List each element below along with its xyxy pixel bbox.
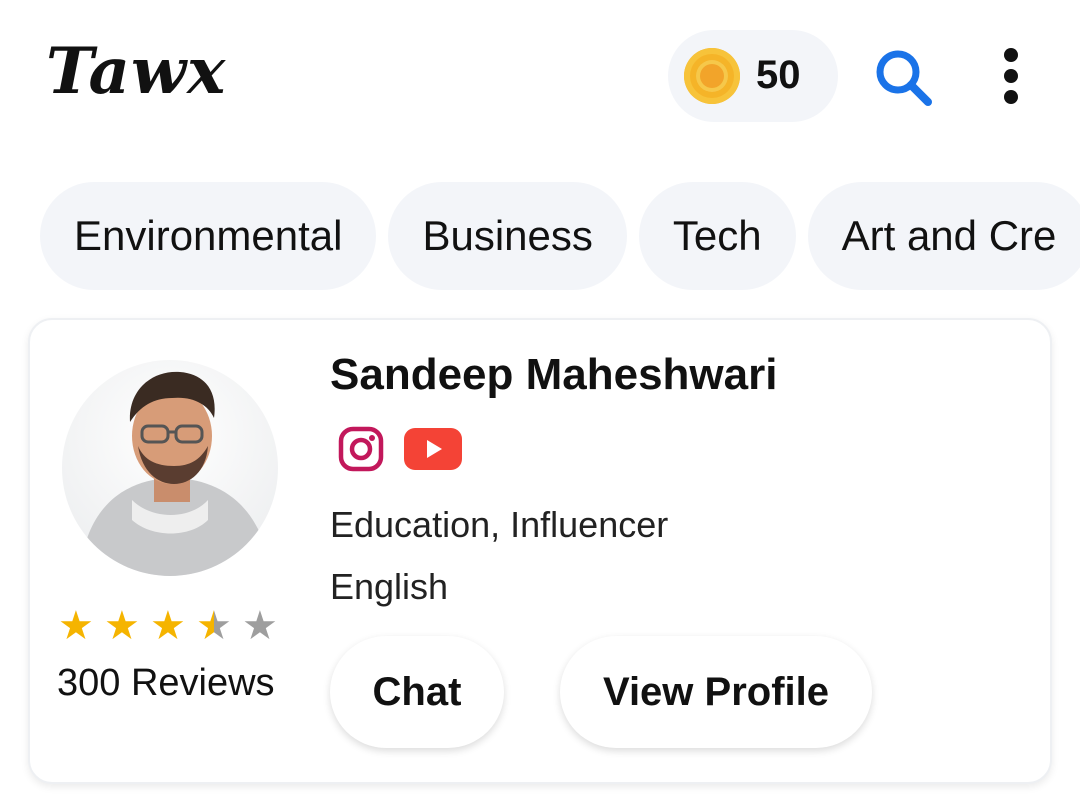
instagram-icon[interactable] (338, 426, 384, 472)
youtube-icon[interactable] (404, 428, 462, 470)
rating-star: ★ (104, 604, 140, 648)
chip-art-and-creativity[interactable]: Art and Cre (807, 182, 1080, 290)
profile-language: English (330, 566, 449, 607)
more-options-button[interactable] (996, 48, 1026, 108)
view-profile-button[interactable]: View Profile (560, 636, 872, 748)
chip-tech[interactable]: Tech (638, 182, 796, 290)
chip-environmental[interactable]: Environmental (40, 182, 377, 290)
category-chips: Environmental Business Tech Art and Cre (40, 182, 1080, 290)
avatar[interactable] (62, 360, 278, 576)
search-button[interactable] (872, 46, 934, 108)
app-logo: Tawx (46, 34, 227, 109)
more-vertical-icon (1004, 48, 1018, 62)
rating-star: ★ (58, 604, 94, 648)
rating-star: ★ (196, 604, 232, 648)
profile-name: Sandeep Maheshwari (330, 350, 778, 399)
chip-business[interactable]: Business (388, 182, 627, 290)
coin-count: 50 (756, 53, 801, 97)
search-icon (876, 50, 932, 106)
coin-icon (684, 48, 740, 104)
top-app-bar: Tawx 50 (0, 0, 1080, 150)
profile-categories: Education, Influencer (330, 504, 669, 545)
rating-star: ★ (150, 604, 186, 648)
reviews-count: 300 Reviews (57, 662, 275, 704)
coin-balance-pill[interactable]: 50 (668, 30, 838, 122)
rating-star: ★ (242, 604, 278, 648)
chat-button[interactable]: Chat (330, 636, 504, 748)
